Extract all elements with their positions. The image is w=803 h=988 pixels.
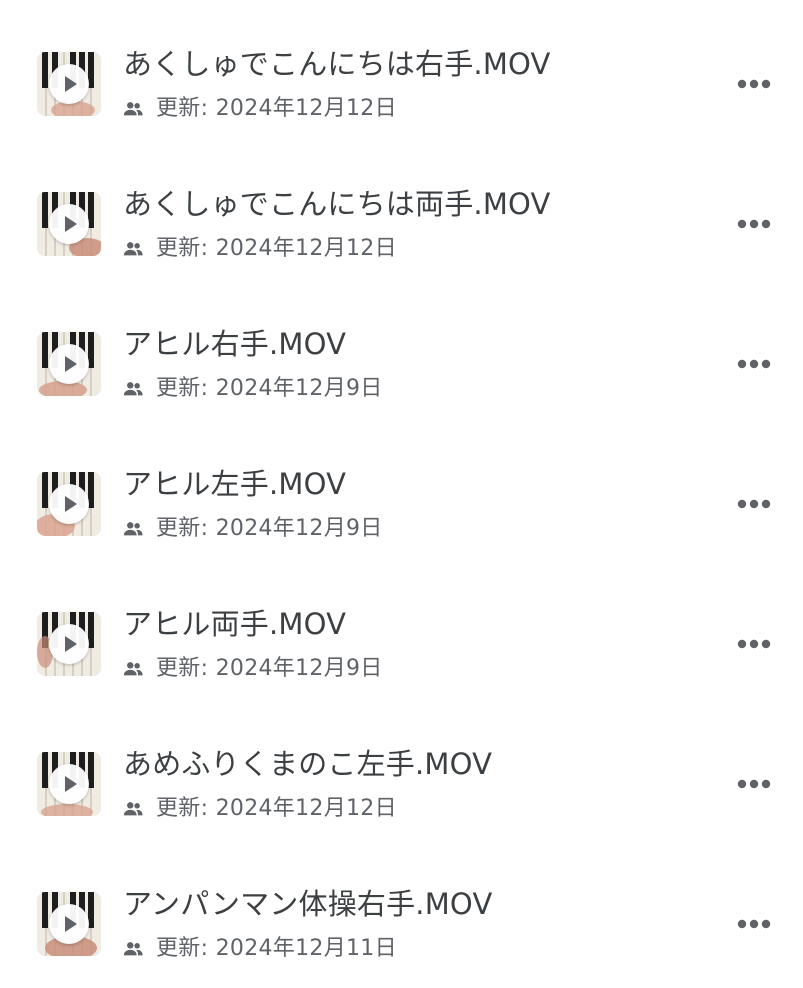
video-thumbnail[interactable]: [37, 892, 101, 956]
video-thumbnail[interactable]: [37, 332, 101, 396]
updated-date: 更新: 2024年12月12日: [156, 236, 397, 261]
more-horizontal-icon: [737, 919, 771, 929]
file-row[interactable]: あくしゅでこんにちは右手.MOV 更新: 2024年12月12日: [0, 0, 803, 140]
file-meta: 更新: 2024年12月11日: [122, 932, 397, 966]
more-horizontal-icon: [737, 219, 771, 229]
file-name[interactable]: アヒル両手.MOV: [123, 604, 346, 644]
file-row[interactable]: あめふりくまのこ左手.MOV 更新: 2024年12月12日: [0, 700, 803, 840]
people-icon: [123, 662, 143, 676]
file-name[interactable]: アヒル左手.MOV: [123, 464, 346, 504]
people-icon: [123, 102, 143, 116]
file-meta: 更新: 2024年12月12日: [122, 92, 397, 126]
file-meta: 更新: 2024年12月12日: [122, 232, 397, 266]
people-icon: [123, 242, 143, 256]
people-icon: [123, 382, 143, 396]
more-horizontal-icon: [737, 499, 771, 509]
people-icon: [123, 522, 143, 536]
play-icon[interactable]: [49, 64, 89, 104]
file-name[interactable]: あめふりくまのこ左手.MOV: [123, 744, 492, 784]
more-options-button[interactable]: [730, 486, 778, 522]
more-options-button[interactable]: [730, 66, 778, 102]
updated-date: 更新: 2024年12月11日: [156, 936, 397, 961]
video-thumbnail[interactable]: [37, 752, 101, 816]
updated-date: 更新: 2024年12月9日: [156, 376, 383, 401]
file-name[interactable]: あくしゅでこんにちは両手.MOV: [123, 184, 551, 224]
more-horizontal-icon: [737, 779, 771, 789]
more-options-button[interactable]: [730, 346, 778, 382]
play-icon[interactable]: [49, 484, 89, 524]
more-options-button[interactable]: [730, 626, 778, 662]
people-icon: [123, 802, 143, 816]
file-name[interactable]: アヒル右手.MOV: [123, 324, 346, 364]
file-row[interactable]: アンパンマン体操右手.MOV 更新: 2024年12月11日: [0, 840, 803, 980]
more-horizontal-icon: [737, 359, 771, 369]
more-options-button[interactable]: [730, 766, 778, 802]
file-row[interactable]: アヒル右手.MOV 更新: 2024年12月9日: [0, 280, 803, 420]
file-name[interactable]: あくしゅでこんにちは右手.MOV: [123, 44, 551, 84]
file-row[interactable]: アヒル左手.MOV 更新: 2024年12月9日: [0, 420, 803, 560]
file-meta: 更新: 2024年12月12日: [122, 792, 397, 826]
more-options-button[interactable]: [730, 906, 778, 942]
play-icon[interactable]: [49, 344, 89, 384]
play-icon[interactable]: [49, 764, 89, 804]
play-icon[interactable]: [49, 624, 89, 664]
file-meta: 更新: 2024年12月9日: [122, 512, 383, 546]
updated-date: 更新: 2024年12月12日: [156, 96, 397, 121]
file-row[interactable]: アヒル両手.MOV 更新: 2024年12月9日: [0, 560, 803, 700]
play-icon[interactable]: [49, 904, 89, 944]
updated-date: 更新: 2024年12月12日: [156, 796, 397, 821]
more-options-button[interactable]: [730, 206, 778, 242]
updated-date: 更新: 2024年12月9日: [156, 516, 383, 541]
updated-date: 更新: 2024年12月9日: [156, 656, 383, 681]
video-thumbnail[interactable]: [37, 612, 101, 676]
video-thumbnail[interactable]: [37, 472, 101, 536]
file-list: あくしゅでこんにちは右手.MOV 更新: 2024年12月12日 あくしゅでこん…: [0, 0, 803, 988]
people-icon: [123, 942, 143, 956]
file-meta: 更新: 2024年12月9日: [122, 652, 383, 686]
more-horizontal-icon: [737, 639, 771, 649]
play-icon[interactable]: [49, 204, 89, 244]
more-horizontal-icon: [737, 79, 771, 89]
file-name[interactable]: アンパンマン体操右手.MOV: [123, 884, 493, 924]
file-meta: 更新: 2024年12月9日: [122, 372, 383, 406]
file-row[interactable]: あくしゅでこんにちは両手.MOV 更新: 2024年12月12日: [0, 140, 803, 280]
video-thumbnail[interactable]: [37, 192, 101, 256]
video-thumbnail[interactable]: [37, 52, 101, 116]
